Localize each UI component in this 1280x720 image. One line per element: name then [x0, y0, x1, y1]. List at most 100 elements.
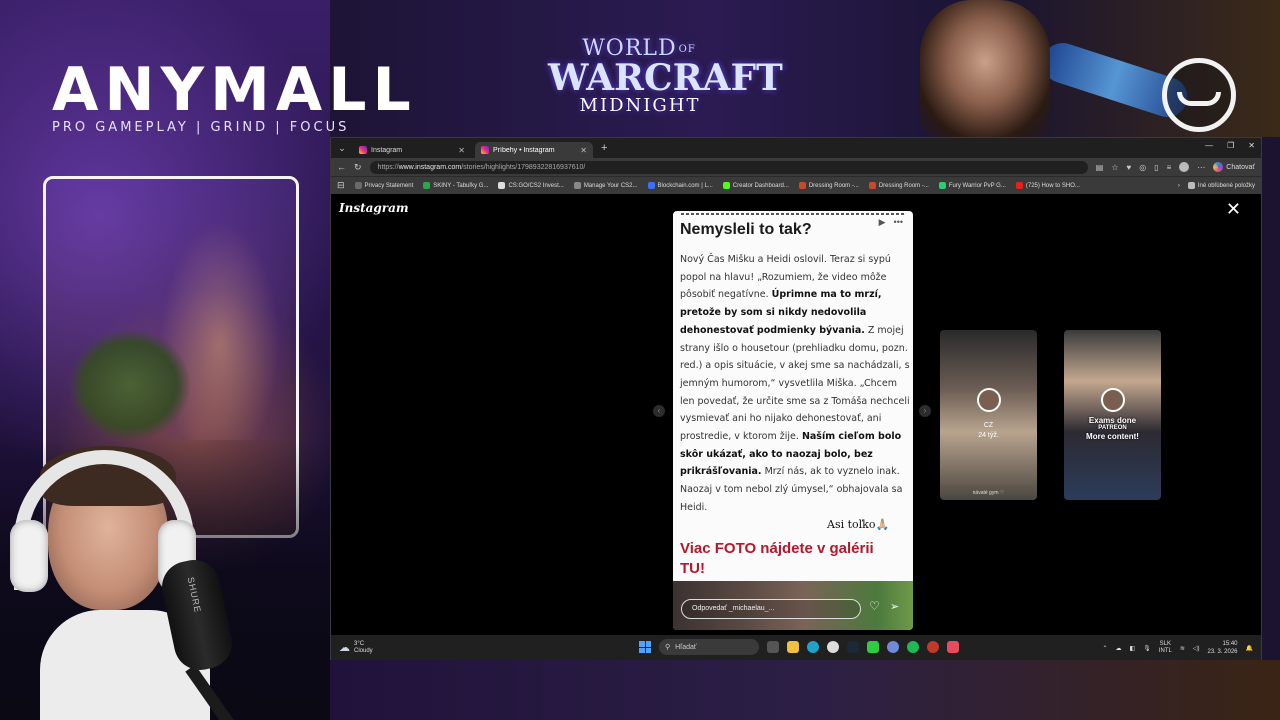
- stream-background-bottom: [330, 660, 1280, 720]
- instagram-logo[interactable]: Instagram: [339, 201, 409, 215]
- cloud-tray-icon[interactable]: ☁: [1116, 645, 1122, 652]
- bookmark-item[interactable]: Privacy Statement: [354, 182, 414, 189]
- close-tab-icon[interactable]: ✕: [580, 146, 587, 155]
- weather-widget[interactable]: ☁ 3°C Cloudy: [339, 641, 373, 655]
- other-favorites[interactable]: Iné obľúbené položky: [1187, 182, 1255, 189]
- bookmark-label: Privacy Statement: [364, 182, 414, 189]
- bookmark-label: Blockchain.com | L...: [657, 182, 713, 189]
- app-icon[interactable]: [927, 641, 939, 653]
- bookmark-item[interactable]: CS:GO/CS2 Invest...: [498, 182, 564, 189]
- bookmark-label: (725) How to SHO...: [1025, 182, 1080, 189]
- network-icon[interactable]: ◧: [1130, 645, 1136, 652]
- tab-list-chevron-icon[interactable]: ⌄: [335, 143, 349, 154]
- csgo-icon: [498, 182, 506, 189]
- steam-app-icon[interactable]: [847, 641, 859, 653]
- refresh-extension-icon[interactable]: ◎: [1139, 163, 1146, 172]
- bookmark-label: Manage Your CS2...: [583, 182, 638, 189]
- reader-view-icon[interactable]: ▤: [1096, 163, 1104, 172]
- maximize-icon[interactable]: ❐: [1227, 141, 1234, 150]
- close-stories-icon[interactable]: ✕: [1226, 199, 1241, 220]
- bookmark-item[interactable]: Manage Your CS2...: [573, 182, 638, 189]
- windows-start-icon[interactable]: [639, 641, 651, 653]
- clock-date: 23. 3. 2026: [1207, 649, 1238, 655]
- chevron-right-icon[interactable]: ›: [1178, 183, 1180, 189]
- story-overlay-text: CZ: [983, 422, 994, 429]
- address-bar-actions: ▤ ☆ ♥ ◎ ▯ ≡ ⋯ Chatovať: [1096, 162, 1255, 172]
- bookmark-item[interactable]: Dressing Room -...: [798, 182, 859, 189]
- window-controls: — ❐ ✕: [1205, 141, 1255, 150]
- file-explorer-icon[interactable]: [787, 641, 799, 653]
- play-app-icon[interactable]: [867, 641, 879, 653]
- wowhead-icon: [868, 182, 876, 189]
- discord-icon[interactable]: [887, 641, 899, 653]
- tray-overflow-chevron-icon[interactable]: ⌃: [1102, 645, 1107, 652]
- close-tab-icon[interactable]: ✕: [458, 146, 465, 155]
- instagram-stories-page: Instagram ✕ ‹ › ▶ ••• Nemysleli to tak? …: [331, 195, 1261, 635]
- bookmark-item[interactable]: Blockchain.com | L...: [647, 182, 713, 189]
- webcam-feed: SHURE: [0, 440, 330, 720]
- kick-icon: [722, 182, 730, 189]
- mic-tray-icon[interactable]: 🎙: [1143, 645, 1151, 652]
- previous-story-arrow-icon[interactable]: ‹: [653, 405, 665, 417]
- story-overlay-text: 24 týž.: [978, 432, 999, 439]
- keyboard-language[interactable]: SLK INTL: [1159, 641, 1172, 655]
- bookmark-item[interactable]: Creator Dashboard...: [722, 182, 789, 189]
- chrome-icon[interactable]: [827, 641, 839, 653]
- story-more-icon[interactable]: •••: [894, 217, 903, 228]
- bookmark-item[interactable]: Fury Warrior PvP G...: [938, 182, 1006, 189]
- clock[interactable]: 15:40 23. 3. 2026: [1207, 640, 1237, 656]
- notification-bell-icon[interactable]: 🔔: [1246, 645, 1253, 652]
- windows-taskbar: ☁ 3°C Cloudy ⚲ Hľadať ⌃ ☁ ◧ 🎙 SLK INTL ≋…: [331, 635, 1261, 660]
- url-field[interactable]: https://www.instagram.com/stories/highli…: [369, 160, 1088, 174]
- story-caption: návaté gym ♡: [972, 490, 1005, 496]
- bookmark-item[interactable]: Dressing Room -...: [868, 182, 929, 189]
- bookmark-item[interactable]: SKINY - Tabuľky G...: [423, 182, 488, 189]
- copilot-button[interactable]: Chatovať: [1213, 162, 1255, 172]
- send-message-icon[interactable]: ➢: [890, 600, 899, 613]
- other-favorites-label: Iné obľúbené položky: [1197, 182, 1255, 189]
- favorite-star-icon[interactable]: ☆: [1111, 163, 1118, 172]
- bookmark-label: Dressing Room -...: [808, 182, 859, 189]
- extension-icon[interactable]: ♥: [1126, 163, 1131, 172]
- next-story-arrow-icon[interactable]: ›: [919, 405, 931, 417]
- story-heading: Nemysleli to tak?: [680, 221, 812, 238]
- story-card[interactable]: ▶ ••• Nemysleli to tak? Nový Čas Mišku a…: [673, 211, 913, 630]
- stream-background-right: [1262, 137, 1280, 720]
- favorites-list-icon[interactable]: ≡: [1167, 163, 1172, 172]
- volume-icon[interactable]: ◁): [1193, 645, 1200, 652]
- new-tab-plus-icon[interactable]: +: [601, 142, 607, 154]
- reload-icon[interactable]: ↻: [354, 162, 362, 173]
- story-overlay-text: PATREON: [1098, 425, 1127, 431]
- tab-title: Príbehy • Instagram: [493, 146, 555, 154]
- mustache-logo-icon: [1162, 58, 1236, 132]
- tab-instagram[interactable]: Instagram ✕: [353, 142, 471, 158]
- pin-app-icon[interactable]: [947, 641, 959, 653]
- close-window-icon[interactable]: ✕: [1248, 141, 1255, 150]
- character-portrait: [920, 0, 1050, 137]
- minimize-icon[interactable]: —: [1205, 141, 1213, 150]
- next-story-preview[interactable]: Exams done PATREON More content!: [1064, 330, 1161, 500]
- back-arrow-icon[interactable]: ←: [337, 162, 346, 172]
- bookmarks-menu-icon[interactable]: ⊟: [337, 180, 345, 191]
- headphone-ear-left: [10, 520, 48, 592]
- tab-title: Instagram: [371, 146, 403, 154]
- like-heart-icon[interactable]: ♡: [869, 599, 880, 613]
- play-icon[interactable]: ▶: [879, 217, 886, 228]
- more-options-icon[interactable]: ⋯: [1197, 163, 1205, 172]
- weather-temperature: 3°C: [354, 640, 365, 647]
- split-screen-icon[interactable]: ▯: [1154, 163, 1158, 172]
- story-gallery-link[interactable]: Viac FOTO nájdete v galérii TU!: [680, 539, 900, 579]
- spotify-icon[interactable]: [907, 641, 919, 653]
- url-path: /stories/highlights/17989322816937610/: [461, 163, 586, 171]
- edge-browser-icon[interactable]: [807, 641, 819, 653]
- task-view-icon[interactable]: [767, 641, 779, 653]
- bookmark-item[interactable]: (725) How to SHO...: [1015, 182, 1080, 189]
- story-reply-input[interactable]: Odpovedať _michaelau_...: [681, 599, 861, 619]
- tab-stories[interactable]: Príbehy • Instagram ✕: [475, 142, 593, 158]
- wifi-icon[interactable]: ≋: [1180, 645, 1185, 652]
- profile-avatar-icon[interactable]: [1179, 162, 1190, 172]
- taskbar-search[interactable]: ⚲ Hľadať: [659, 639, 759, 655]
- next-story-preview[interactable]: CZ 24 týž. návaté gym ♡: [940, 330, 1037, 500]
- bookmarks-overflow: › Iné obľúbené položky: [1178, 182, 1255, 189]
- instagram-favicon-icon: [481, 146, 489, 154]
